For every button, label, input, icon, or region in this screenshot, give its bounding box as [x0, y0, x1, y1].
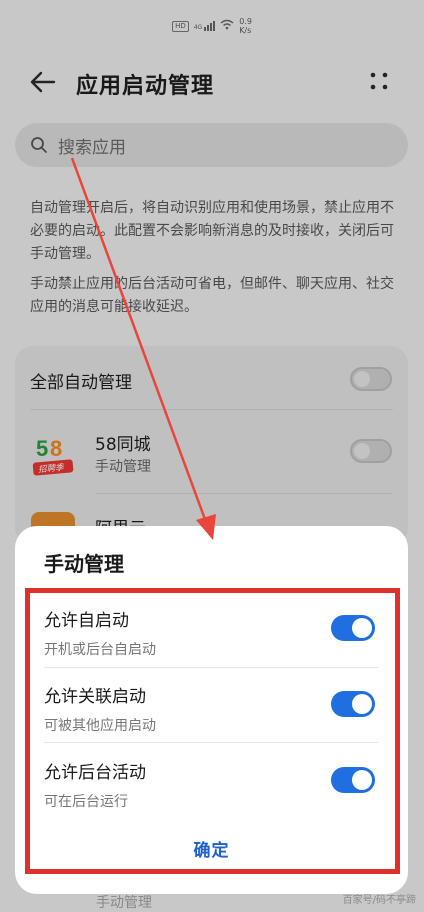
divider	[44, 742, 378, 743]
toggle-allow-autostart[interactable]	[331, 615, 375, 641]
option-title: 允许后台活动	[44, 763, 146, 783]
bottom-peek-text: 手动管理	[96, 895, 152, 911]
option-title: 允许关联启动	[44, 687, 146, 707]
toggle-allow-background-activity[interactable]	[331, 767, 375, 793]
divider	[44, 667, 378, 668]
option-title: 允许自启动	[44, 611, 129, 631]
option-subtitle: 可被其他应用启动	[44, 718, 156, 734]
app-screen: HD 4G 0.9 K/s 应用启动管理 搜索应用 自动管理开启后，将自动识别应…	[0, 0, 424, 912]
option-allow-background-activity: 允许后台活动 可在后台运行	[44, 758, 146, 811]
confirm-button[interactable]: 确定	[15, 836, 408, 861]
toggle-allow-associated-start[interactable]	[331, 691, 375, 717]
manual-manage-dialog: 手动管理 允许自启动 开机或后台自启动 允许关联启动 可被其他应用启动 允许后台…	[15, 526, 408, 894]
option-subtitle: 可在后台运行	[44, 794, 128, 810]
watermark: 百家号/码不亭蹄	[342, 895, 416, 906]
option-subtitle: 开机或后台自启动	[44, 642, 156, 658]
option-allow-autostart: 允许自启动 开机或后台自启动	[44, 606, 156, 659]
option-allow-associated-start: 允许关联启动 可被其他应用启动	[44, 682, 156, 735]
dialog-title: 手动管理	[44, 552, 124, 576]
